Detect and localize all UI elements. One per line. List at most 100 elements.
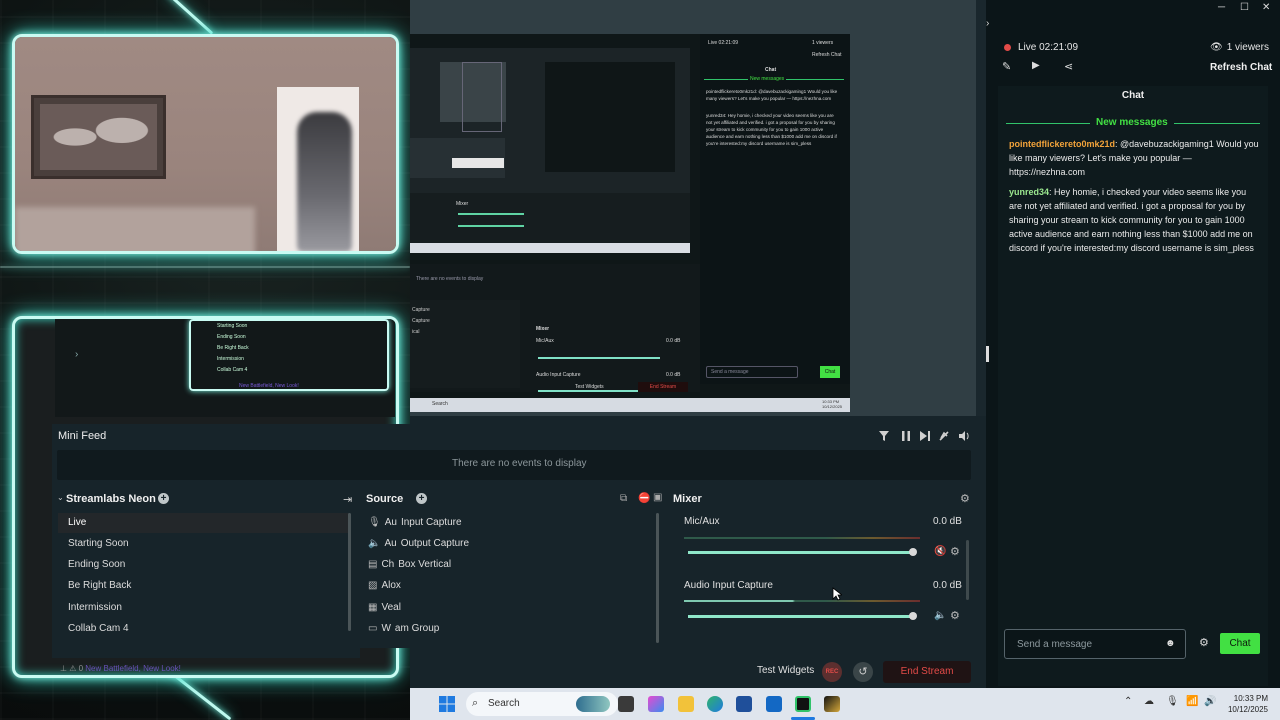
sources-scrollbar[interactable] bbox=[656, 513, 659, 643]
mixer-channel-name: Mic/Aux bbox=[684, 516, 720, 527]
source-item[interactable]: ▭ Wam Group bbox=[368, 619, 439, 639]
volume-icon[interactable] bbox=[958, 430, 970, 442]
nested-refresh: Refresh Chat bbox=[812, 52, 842, 58]
folder-icon[interactable]: ▣ bbox=[653, 492, 662, 503]
mixer-scrollbar[interactable] bbox=[966, 540, 969, 600]
scene-item-live[interactable]: Live bbox=[58, 513, 350, 533]
file-explorer-icon[interactable] bbox=[678, 696, 694, 712]
speaker-muted-icon[interactable]: 🔇 bbox=[934, 546, 946, 557]
chat-username[interactable]: yunred34 bbox=[1009, 187, 1049, 197]
add-source-icon[interactable]: + bbox=[416, 493, 427, 504]
chevron-right-icon[interactable]: › bbox=[75, 349, 78, 360]
task-view-icon[interactable] bbox=[618, 696, 634, 712]
nested-mic-db: 0.0 dB bbox=[666, 338, 681, 344]
source-item[interactable]: ▨ Alox bbox=[368, 576, 401, 596]
live-dot-icon bbox=[1004, 44, 1011, 51]
nested-scene-list: Starting Soon Ending Soon Be Right Back … bbox=[217, 321, 249, 376]
chat-send-button[interactable]: Chat bbox=[1220, 633, 1260, 654]
copilot-icon[interactable] bbox=[648, 696, 664, 712]
mixer-title: Mixer bbox=[673, 493, 702, 505]
chevron-down-icon[interactable]: ⌄ bbox=[57, 493, 64, 502]
gear-icon[interactable]: ⚙ bbox=[950, 545, 960, 558]
nested-audio-label: Audio Input Capture bbox=[536, 372, 581, 378]
mini-feed-empty: There are no events to display bbox=[452, 458, 587, 469]
windows-taskbar: ⌕ Search ⌃ ☁ 🎙 📶 🔊 10:33 PM 10/12/2025 bbox=[410, 688, 1280, 720]
end-stream-button[interactable]: End Stream bbox=[883, 661, 971, 683]
gear-icon[interactable]: ⚙ bbox=[1199, 636, 1209, 649]
mic-volume-knob[interactable] bbox=[908, 548, 917, 556]
scene-item[interactable]: Collab Cam 4 bbox=[58, 619, 350, 639]
nested-source: ical bbox=[412, 329, 420, 335]
video-icon[interactable]: ▶ bbox=[1032, 60, 1040, 71]
audio-volume-knob[interactable] bbox=[908, 612, 917, 620]
chat-username[interactable]: pointedflickereto0mk21d bbox=[1009, 139, 1115, 149]
nested-scene: Collab Cam 4 bbox=[217, 367, 248, 373]
mixer-channel-db: 0.0 dB bbox=[933, 580, 962, 591]
nested-live-label: Live 02:21:09 bbox=[708, 40, 739, 46]
chat-resize-handle[interactable] bbox=[986, 346, 989, 362]
gear-icon[interactable]: ⚙ bbox=[950, 609, 960, 622]
chat-input[interactable]: Send a message ☻ bbox=[1004, 629, 1186, 659]
nested-mic-label: Mic/Aux bbox=[536, 338, 554, 344]
emoji-icon[interactable]: ☻ bbox=[1165, 638, 1176, 649]
mini-feed-title: Mini Feed bbox=[58, 430, 107, 442]
scene-item[interactable]: Be Right Back bbox=[58, 576, 350, 596]
transition-icon[interactable]: ⇥ bbox=[343, 493, 352, 506]
nested-source: Capture bbox=[412, 318, 430, 324]
maximize-button[interactable]: ☐ bbox=[1240, 2, 1249, 13]
speaker-icon[interactable]: 🔈 bbox=[934, 610, 946, 621]
scene-item[interactable]: Ending Soon bbox=[58, 555, 350, 575]
share-icon[interactable]: ⋖ bbox=[1064, 60, 1073, 73]
minimize-button[interactable]: ─ bbox=[1218, 2, 1225, 13]
eye-icon: 👁 bbox=[1210, 42, 1223, 53]
store-icon[interactable] bbox=[736, 696, 752, 712]
cloud-icon[interactable]: ☁ bbox=[1144, 696, 1154, 707]
game-icon[interactable] bbox=[824, 696, 840, 712]
tray-chevron-icon[interactable]: ⌃ bbox=[1124, 696, 1132, 707]
collapse-chevron-icon[interactable]: › bbox=[986, 18, 989, 29]
audio-volume-slider[interactable] bbox=[688, 615, 916, 618]
nested-chat-button: Chat bbox=[820, 366, 840, 378]
filter-icon[interactable] bbox=[878, 430, 890, 442]
group-icon[interactable]: ⧉ bbox=[620, 493, 627, 504]
close-button[interactable]: ✕ bbox=[1262, 2, 1270, 13]
image-icon: ▦ bbox=[368, 602, 378, 613]
volume-icon[interactable]: 🔊 bbox=[1204, 696, 1216, 707]
scene-collection-title[interactable]: Streamlabs Neon bbox=[66, 493, 156, 505]
nested-new-messages: New messages bbox=[748, 76, 787, 82]
edge-icon[interactable] bbox=[707, 696, 723, 712]
outlook-icon[interactable] bbox=[766, 696, 782, 712]
mixer-panel: Mixer ⚙ bbox=[666, 488, 976, 648]
streamlabs-icon[interactable] bbox=[795, 696, 811, 712]
mixer-channel-name: Audio Input Capture bbox=[684, 580, 773, 591]
replay-buffer-icon[interactable]: ↺ bbox=[853, 662, 873, 682]
edit-icon[interactable]: ✎ bbox=[1002, 60, 1011, 73]
taskbar-clock[interactable]: 10:33 PM 10/12/2025 bbox=[1222, 693, 1268, 715]
source-item[interactable]: 🔈 Au Output Capture bbox=[368, 534, 469, 554]
refresh-chat-button[interactable]: Refresh Chat bbox=[1210, 62, 1272, 73]
scenes-scrollbar[interactable] bbox=[348, 513, 351, 631]
taskbar-search[interactable]: ⌕ Search bbox=[466, 692, 618, 716]
skip-icon[interactable] bbox=[919, 430, 931, 442]
add-scene-icon[interactable]: + bbox=[158, 493, 169, 504]
mic-volume-slider[interactable] bbox=[688, 551, 916, 554]
wifi-icon[interactable]: 📶 bbox=[1186, 696, 1198, 707]
pause-icon[interactable] bbox=[900, 430, 912, 442]
nested-mixer-title: Mixer bbox=[456, 201, 469, 207]
mic-icon: 🎙 bbox=[368, 517, 381, 528]
scene-item[interactable]: Intermission bbox=[58, 598, 350, 618]
scene-item[interactable]: Starting Soon bbox=[58, 534, 350, 554]
nested-scene: Be Right Back bbox=[217, 345, 249, 351]
source-item[interactable]: ▤ Ch Box Vertical bbox=[368, 555, 451, 575]
gear-icon[interactable]: ⚙ bbox=[960, 492, 970, 505]
neon-streak bbox=[0, 266, 410, 268]
mic-icon[interactable]: 🎙 bbox=[1166, 696, 1179, 707]
record-button[interactable]: REC bbox=[822, 662, 842, 682]
world-map-picture bbox=[40, 104, 157, 170]
source-item[interactable]: ▦ Veal bbox=[368, 598, 401, 618]
source-item[interactable]: 🎙 Au Input Capture bbox=[368, 513, 462, 533]
nested-editor: Mixer bbox=[410, 48, 690, 253]
mute-alerts-icon[interactable] bbox=[938, 430, 950, 442]
test-widgets-button[interactable]: Test Widgets bbox=[757, 665, 814, 676]
start-icon[interactable] bbox=[439, 696, 455, 712]
